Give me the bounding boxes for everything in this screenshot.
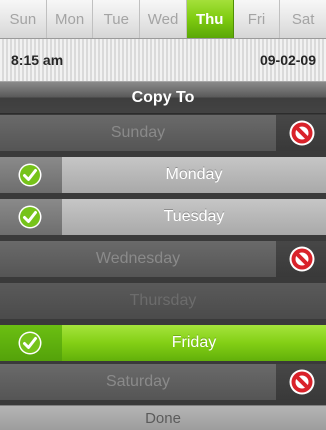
copy-to-screen: Sun Mon Tue Wed Thu Fri Sat 8:15 am 09-0… [0, 0, 326, 430]
day-row-monday[interactable]: Monday [0, 157, 326, 193]
day-check-friday[interactable] [0, 325, 62, 361]
day-label-sunday: Sunday [0, 115, 276, 151]
check-icon [18, 331, 42, 355]
day-label-friday: Friday [62, 325, 326, 361]
status-bar: 8:15 am 09-02-09 [0, 39, 326, 82]
ban-icon [289, 120, 315, 146]
tab-thursday[interactable]: Thu [186, 0, 234, 38]
day-row-sunday[interactable]: Sunday [0, 115, 326, 151]
day-action-saturday[interactable] [276, 364, 326, 400]
tab-monday[interactable]: Mon [46, 0, 94, 38]
day-row-tuesday[interactable]: Tuesday [0, 199, 326, 235]
date-text: 09-02-09 [259, 52, 316, 68]
day-row-wednesday[interactable]: Wednesday [0, 241, 326, 277]
day-label-saturday: Saturday [0, 364, 276, 400]
time-text: 8:15 am [11, 52, 64, 68]
day-row-saturday[interactable]: Saturday [0, 364, 326, 400]
day-row-friday[interactable]: Friday [0, 325, 326, 361]
tab-wednesday[interactable]: Wed [140, 0, 187, 38]
day-action-sunday[interactable] [276, 115, 326, 151]
tab-friday[interactable]: Fri [233, 0, 281, 38]
day-label-thursday: Thursday [129, 292, 197, 309]
ban-icon [289, 246, 315, 272]
day-check-tuesday[interactable] [0, 199, 62, 235]
check-icon [18, 163, 42, 187]
check-icon [18, 205, 42, 229]
day-row-thursday: Thursday [0, 283, 326, 319]
day-tab-bar: Sun Mon Tue Wed Thu Fri Sat [0, 0, 326, 39]
ban-icon [289, 369, 315, 395]
day-action-wednesday[interactable] [276, 241, 326, 277]
done-button[interactable]: Done [0, 405, 326, 430]
copy-to-header: Copy To [0, 82, 326, 114]
tab-saturday[interactable]: Sat [280, 0, 326, 38]
day-check-monday[interactable] [0, 157, 62, 193]
day-label-wednesday: Wednesday [0, 241, 276, 277]
tab-tuesday[interactable]: Tue [93, 0, 141, 38]
tab-sunday[interactable]: Sun [0, 0, 47, 38]
day-label-tuesday: Tuesday [62, 199, 326, 235]
day-label-monday: Monday [62, 157, 326, 193]
